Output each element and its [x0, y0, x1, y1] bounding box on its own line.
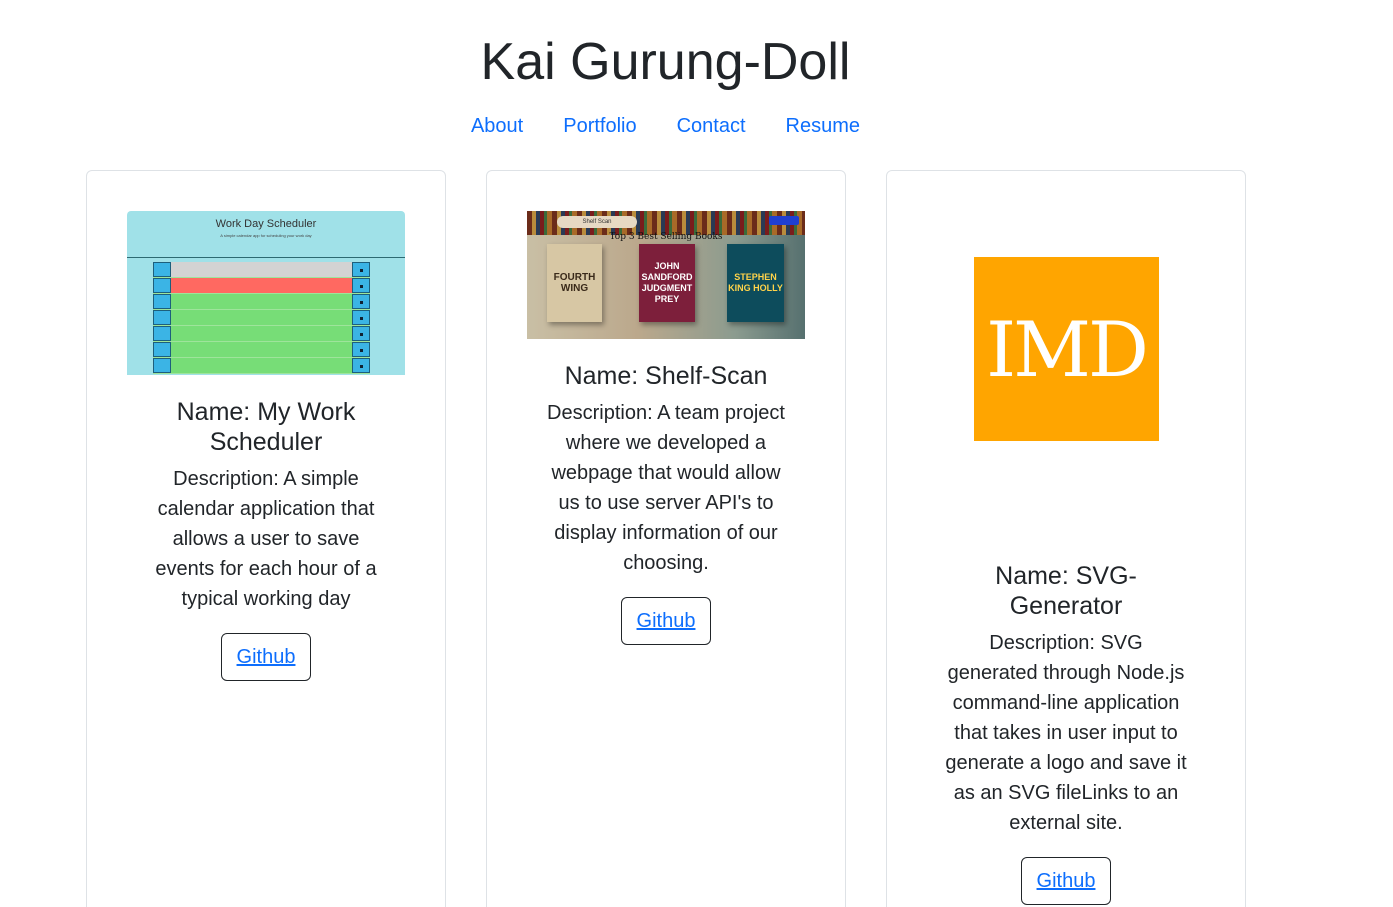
project-description: Description: A team project where we dev…	[547, 402, 785, 574]
project-card-work-scheduler: Work Day Scheduler A simple calendar app…	[86, 170, 446, 907]
nav-link-contact[interactable]: Contact	[677, 112, 746, 140]
schedule-rows	[153, 262, 370, 374]
schedule-row	[153, 262, 370, 278]
divider	[127, 257, 405, 258]
work-scheduler-screenshot: Work Day Scheduler A simple calendar app…	[127, 211, 405, 375]
schedule-row	[153, 342, 370, 358]
book-cover: FOURTH WING	[547, 244, 602, 322]
nav-link-about[interactable]: About	[471, 112, 523, 140]
thumbnail-heading: Top 3 Best Selling Books	[609, 232, 723, 242]
project-description: Description: A simple calendar applicati…	[155, 468, 377, 610]
shelf-nav-button	[769, 216, 799, 225]
github-button[interactable]: Github	[1020, 857, 1112, 905]
project-description: Description: SVG generated through Node.…	[945, 632, 1187, 834]
thumbnail-subtitle: A simple calendar app for scheduling you…	[220, 233, 312, 238]
schedule-row	[153, 278, 370, 294]
site-title: Kai Gurung-Doll	[480, 33, 851, 91]
logo-text: IMD	[986, 304, 1149, 394]
project-card-shelf-scan: Shelf Scan Top 3 Best Selling Books FOUR…	[486, 170, 846, 907]
schedule-row	[153, 310, 370, 326]
project-name: Name: SVG-Generator	[995, 562, 1137, 620]
thumbnail-title: Work Day Scheduler	[215, 218, 317, 230]
project-name: Name: My Work Scheduler	[176, 398, 356, 456]
project-name: Name: Shelf-Scan	[564, 362, 768, 390]
nav-link-resume[interactable]: Resume	[786, 112, 860, 140]
shelf-scan-logo: Shelf Scan	[557, 216, 637, 228]
schedule-row	[153, 358, 370, 374]
project-card-svg-generator: IMD Name: SVG-Generator Description: SVG…	[886, 170, 1246, 907]
github-button[interactable]: Github	[220, 633, 312, 681]
book-cover: STEPHEN KING HOLLY	[727, 244, 784, 322]
schedule-row	[153, 326, 370, 342]
github-button[interactable]: Github	[620, 597, 712, 645]
nav-link-portfolio[interactable]: Portfolio	[563, 112, 636, 140]
book-cover: JOHN SANDFORD JUDGMENT PREY	[639, 244, 695, 322]
main-nav: About Portfolio Contact Resume	[0, 112, 1331, 140]
shelf-scan-screenshot: Shelf Scan Top 3 Best Selling Books FOUR…	[527, 211, 805, 339]
schedule-row	[153, 294, 370, 310]
imd-logo-image: IMD	[973, 257, 1159, 441]
